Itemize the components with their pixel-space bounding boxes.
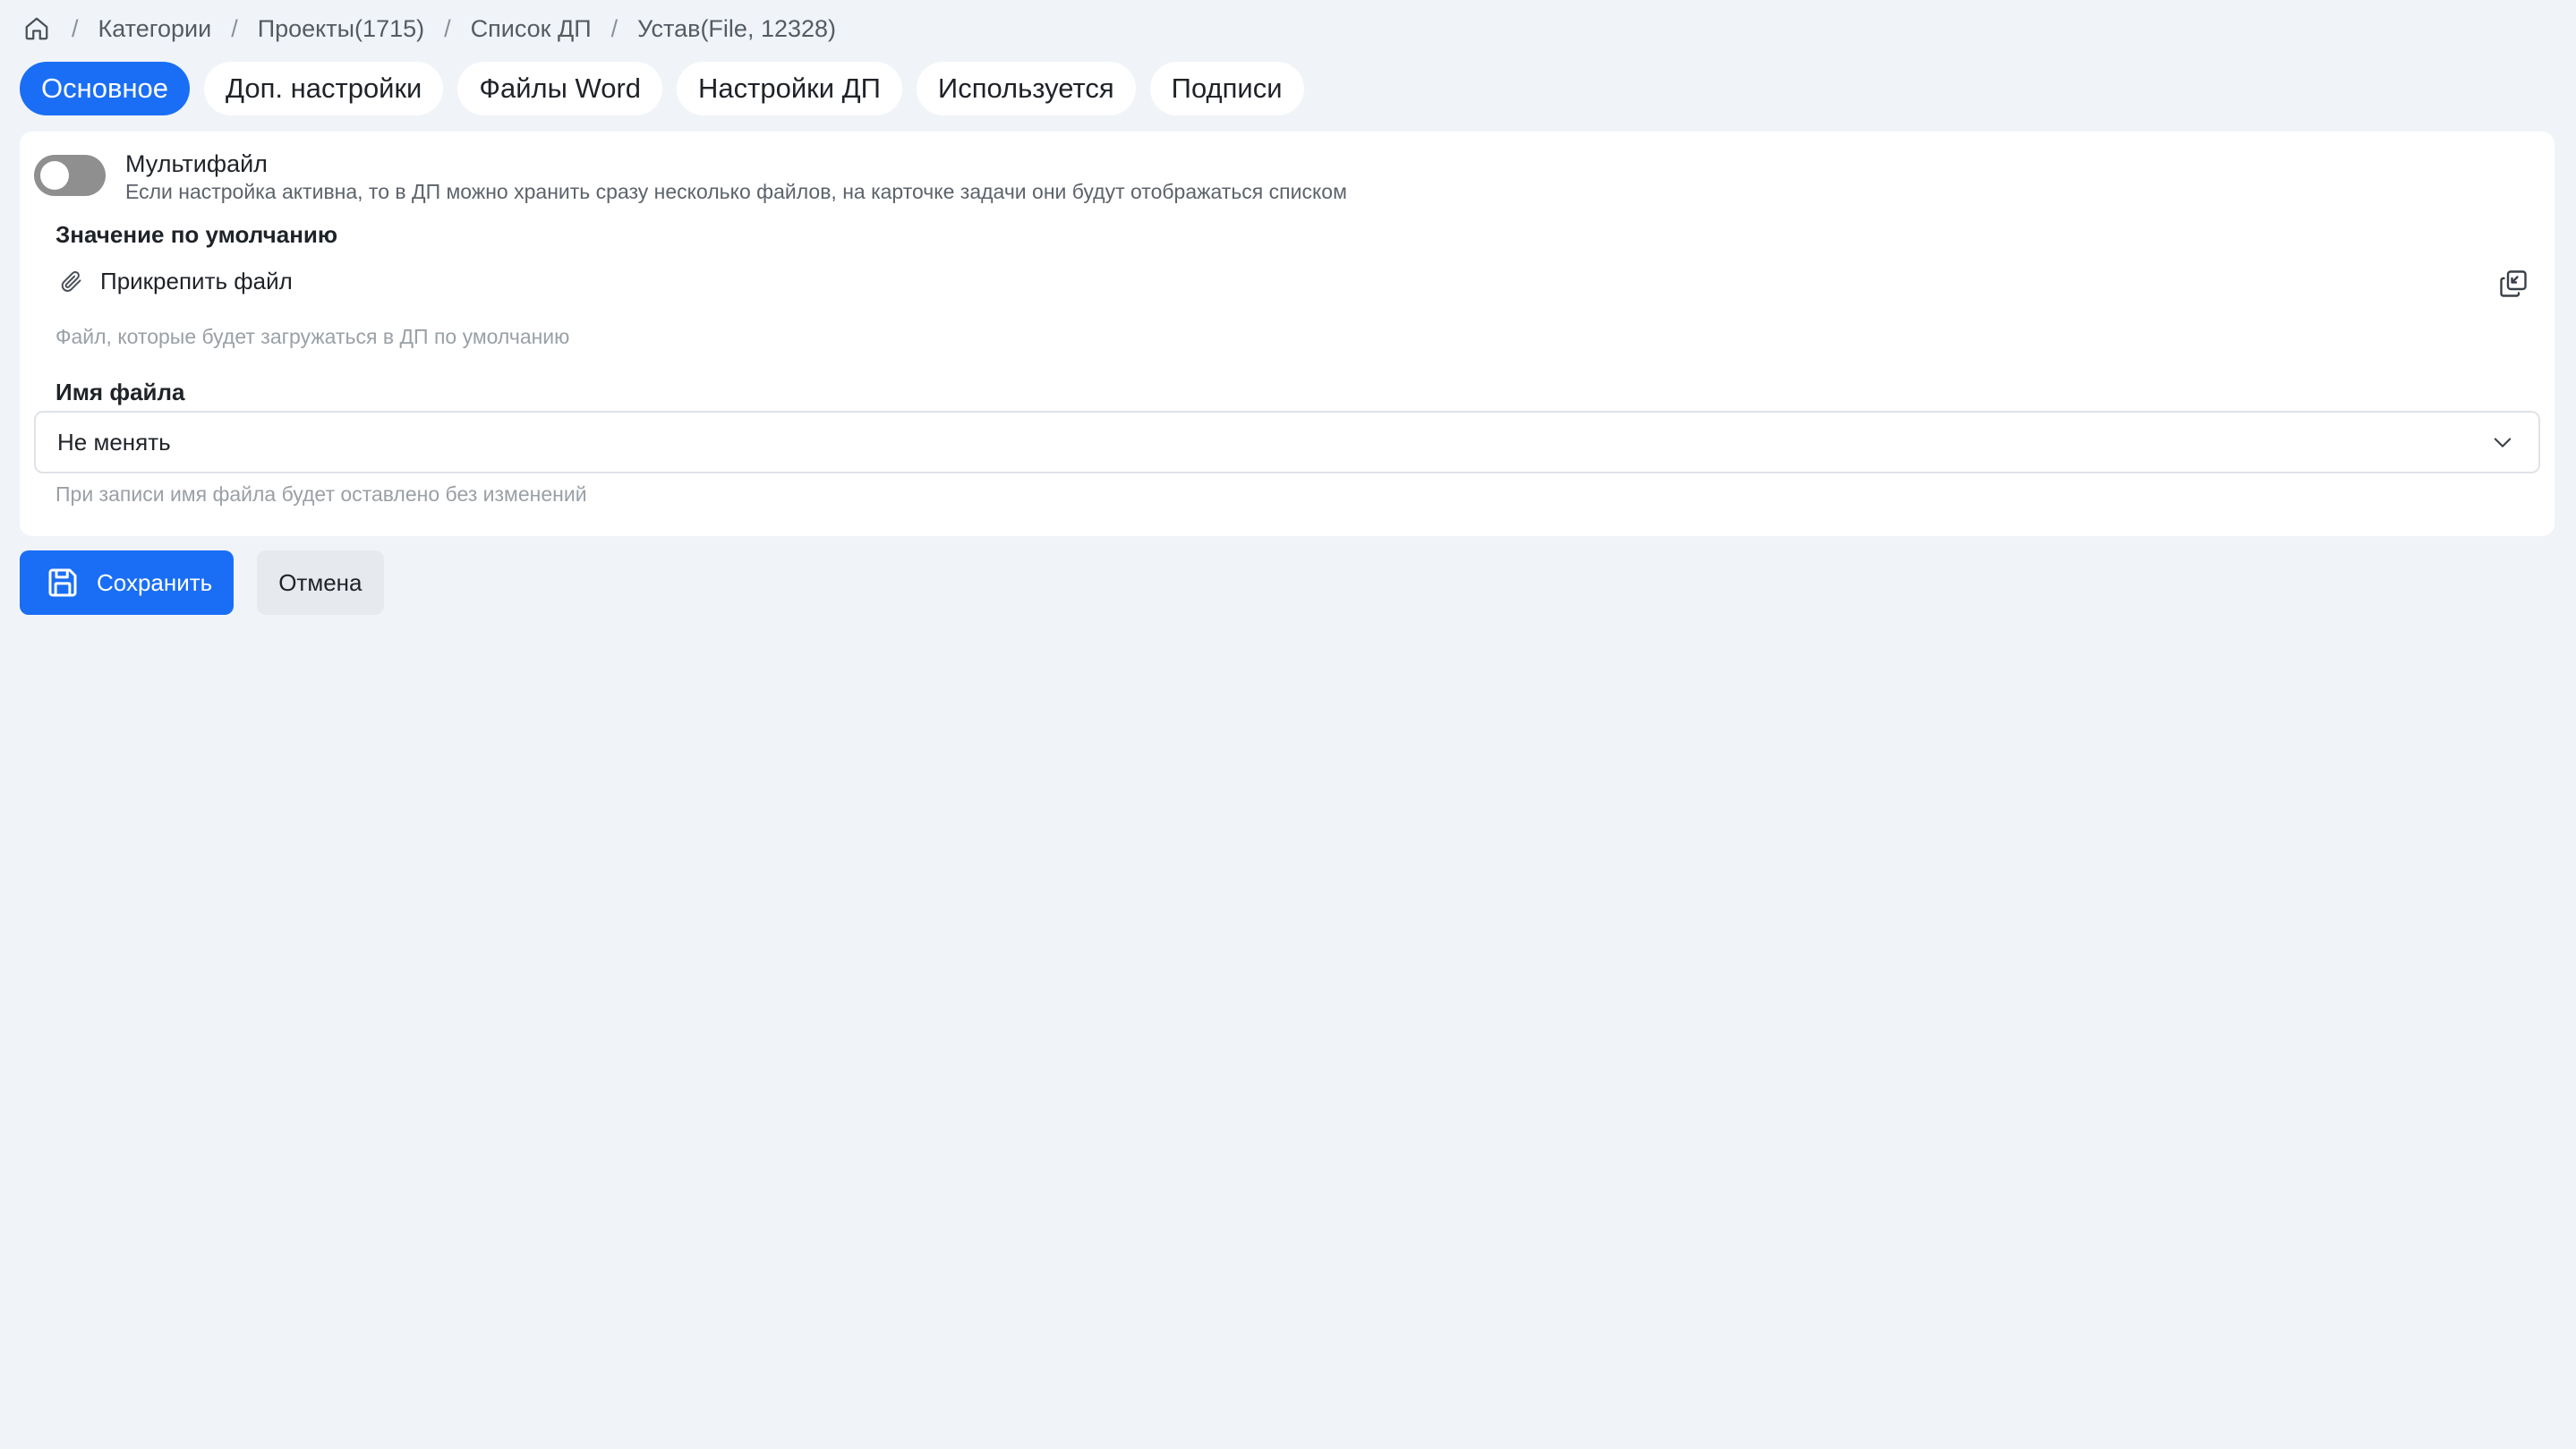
tab-signatures[interactable]: Подписи: [1149, 62, 1304, 115]
tab-main[interactable]: Основное: [20, 62, 191, 115]
file-name-select[interactable]: Не менять: [34, 411, 2540, 473]
copy-icon[interactable]: [2495, 266, 2531, 302]
breadcrumb-item-projects[interactable]: Проекты(1715): [258, 15, 424, 43]
chevron-down-icon: [2488, 428, 2517, 456]
tab-used-in[interactable]: Используется: [916, 62, 1136, 115]
breadcrumb-separator: /: [72, 14, 79, 42]
breadcrumb: / Категории / Проекты(1715) / Список ДП …: [20, 0, 2556, 57]
breadcrumb-separator: /: [610, 14, 618, 42]
settings-card: Мультифайл Если настройка активна, то в …: [20, 132, 2555, 536]
actions-bar: Сохранить Отмена: [20, 550, 2556, 615]
breadcrumb-item-categories[interactable]: Категории: [98, 15, 212, 43]
attach-file-button[interactable]: Прикрепить файл: [55, 266, 293, 296]
default-value-label: Значение по умолчанию: [55, 221, 338, 248]
page: / Категории / Проекты(1715) / Список ДП …: [0, 0, 2576, 1449]
default-value-hint: Файл, которые будет загружаться в ДП по …: [55, 325, 570, 348]
breadcrumb-separator: /: [231, 14, 238, 42]
tab-dp-settings[interactable]: Настройки ДП: [677, 62, 902, 115]
breadcrumb-item-current: Устав(File, 12328): [637, 14, 837, 42]
home-icon[interactable]: [21, 13, 52, 44]
multifile-title: Мультифайл: [125, 150, 268, 177]
tab-word-files[interactable]: Файлы Word: [457, 62, 663, 115]
paperclip-icon: [55, 266, 86, 296]
multifile-toggle[interactable]: [34, 155, 106, 196]
cancel-button[interactable]: Отмена: [257, 550, 384, 615]
attach-file-label: Прикрепить файл: [100, 267, 293, 294]
tabs-bar: Основное Доп. настройки Файлы Word Настр…: [20, 60, 2556, 117]
file-name-select-value: Не менять: [57, 428, 171, 456]
file-name-hint: При записи имя файла будет оставлено без…: [55, 482, 587, 506]
multifile-text: Мультифайл Если настройка активна, то в …: [125, 149, 1347, 205]
breadcrumb-separator: /: [444, 14, 451, 42]
tab-extra-settings[interactable]: Доп. настройки: [204, 62, 444, 115]
file-name-label: Имя файла: [55, 379, 185, 405]
cancel-button-label: Отмена: [278, 568, 363, 596]
multifile-description: Если настройка активна, то в ДП можно хр…: [125, 180, 1347, 203]
save-button[interactable]: Сохранить: [20, 550, 235, 615]
toggle-knob: [40, 161, 69, 190]
multifile-setting: Мультифайл Если настройка активна, то в …: [34, 149, 1347, 205]
floppy-disk-icon: [43, 563, 82, 602]
save-button-label: Сохранить: [97, 568, 213, 596]
breadcrumb-item-dp-list[interactable]: Список ДП: [471, 15, 592, 43]
